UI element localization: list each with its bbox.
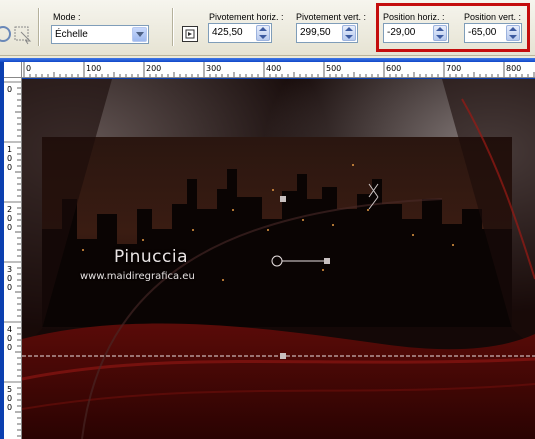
pivot-center-icon[interactable] bbox=[181, 25, 199, 43]
chevron-down-icon[interactable] bbox=[132, 27, 147, 42]
toolbar-separator bbox=[172, 8, 174, 46]
ruler-corner bbox=[4, 62, 22, 78]
horizontal-ruler: 0 100 200 300 400 500 600 700 800 bbox=[22, 62, 535, 78]
pivot-vertical-label: Pivotement vert. : bbox=[296, 12, 367, 22]
ruler-label-v: 4 bbox=[7, 325, 12, 334]
ruler-label-v: 0 bbox=[7, 343, 12, 352]
pivot-vertical-spinner[interactable] bbox=[342, 25, 356, 41]
ruler-label-v: 3 bbox=[7, 265, 12, 274]
ruler-label-v: 0 bbox=[7, 214, 12, 223]
deform-tool-icon[interactable] bbox=[12, 23, 34, 45]
ruler-label-v: 0 bbox=[7, 154, 12, 163]
ruler-label-v: 0 bbox=[7, 334, 12, 343]
pivot-horizontal-spinner[interactable] bbox=[256, 25, 270, 41]
ruler-label-h: 300 bbox=[206, 64, 221, 73]
ruler-label-v: 0 bbox=[7, 163, 12, 172]
ruler-label-h: 400 bbox=[266, 64, 281, 73]
watermark-name: Pinuccia bbox=[114, 247, 188, 267]
horizontal-ruler-ticks: 0 100 200 300 400 500 600 700 800 bbox=[23, 62, 535, 77]
ruler-label-h: 0 bbox=[26, 64, 31, 73]
pivot-vertical-value: 299,50 bbox=[300, 27, 331, 38]
ruler-label-h: 200 bbox=[146, 64, 161, 73]
ruler-label-v: 0 bbox=[7, 274, 12, 283]
canvas-artwork bbox=[22, 79, 535, 439]
pivot-vertical-input[interactable]: 299,50 bbox=[296, 23, 358, 43]
vertical-ruler: 0100200300400500 bbox=[4, 78, 22, 439]
toolbar-separator bbox=[38, 8, 40, 46]
mode-dropdown[interactable]: Échelle bbox=[51, 25, 149, 44]
tool-options-bar: Mode : Échelle Pivotement horiz. : 425,5… bbox=[0, 0, 535, 56]
ruler-label-v: 0 bbox=[7, 85, 12, 94]
vertical-ruler-ticks: 0100200300400500 bbox=[4, 81, 21, 437]
document-window: 0 100 200 300 400 500 600 700 800 01002003004005… bbox=[0, 58, 535, 439]
pivot-horizontal-value: 425,50 bbox=[212, 27, 243, 38]
position-highlight-box bbox=[376, 3, 530, 52]
ruler-label-v: 0 bbox=[7, 223, 12, 232]
pivot-horizontal-input[interactable]: 425,50 bbox=[208, 23, 272, 43]
ruler-label-v: 0 bbox=[7, 283, 12, 292]
ruler-label-h: 700 bbox=[446, 64, 461, 73]
ruler-label-h: 100 bbox=[86, 64, 101, 73]
mode-label: Mode : bbox=[53, 12, 81, 22]
image-canvas[interactable]: Pinuccia www.maidiregrafica.eu bbox=[22, 79, 535, 439]
watermark-url: www.maidiregrafica.eu bbox=[80, 271, 195, 282]
ruler-label-v: 0 bbox=[7, 394, 12, 403]
ruler-label-v: 5 bbox=[7, 385, 12, 394]
ruler-label-h: 500 bbox=[326, 64, 341, 73]
pivot-horizontal-label: Pivotement horiz. : bbox=[209, 12, 284, 22]
ruler-label-h: 800 bbox=[506, 64, 521, 73]
ruler-label-v: 2 bbox=[7, 205, 12, 214]
ruler-label-h: 600 bbox=[386, 64, 401, 73]
mode-value: Échelle bbox=[55, 29, 88, 40]
ruler-label-v: 1 bbox=[7, 145, 12, 154]
ruler-label-v: 0 bbox=[7, 403, 12, 412]
